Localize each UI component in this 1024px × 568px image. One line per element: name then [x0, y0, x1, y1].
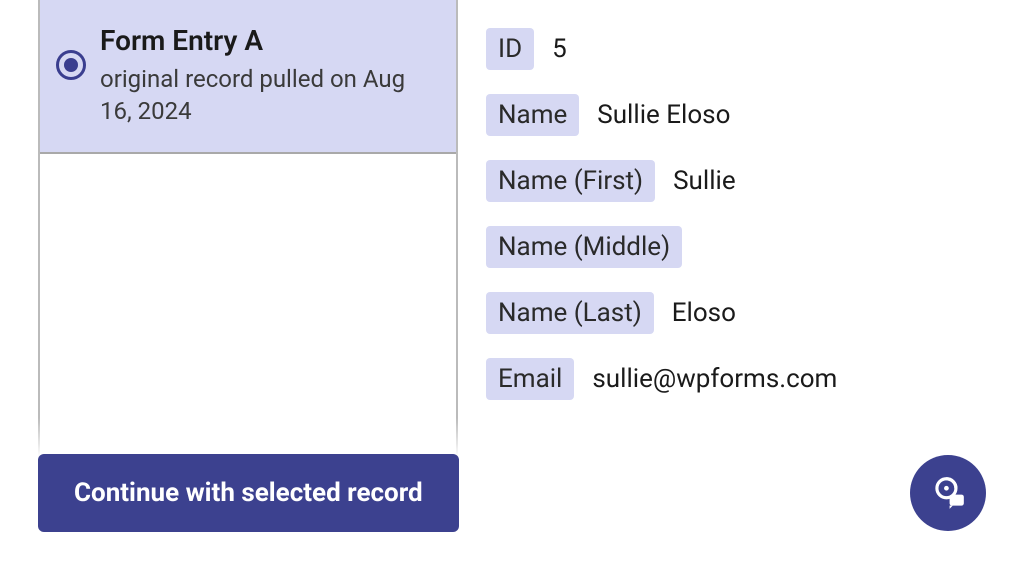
field-label: Name (Last) — [486, 292, 654, 334]
field-value: 5 — [552, 34, 567, 64]
help-fab[interactable] — [910, 455, 986, 531]
field-label: Name (Middle) — [486, 226, 682, 268]
field-label: ID — [486, 28, 534, 70]
record-card-text: Form Entry A original record pulled on A… — [100, 24, 436, 128]
field-value: sullie@wpforms.com — [592, 364, 837, 394]
radio-selected-dot — [64, 58, 78, 72]
field-value: Eloso — [672, 298, 736, 328]
footer-bar: Continue with selected record — [0, 418, 1024, 568]
field-row: Name (First) Sullie — [486, 160, 994, 202]
field-row: Name (Middle) — [486, 226, 994, 268]
field-row: Name (Last) Eloso — [486, 292, 994, 334]
field-label: Email — [486, 358, 574, 400]
support-chat-icon — [929, 474, 967, 512]
field-label: Name — [486, 94, 579, 136]
record-subtitle: original record pulled on Aug 16, 2024 — [100, 63, 436, 128]
field-value: Sullie — [673, 166, 736, 196]
field-value: Sullie Eloso — [597, 100, 730, 130]
field-label: Name (First) — [486, 160, 655, 202]
field-row: Name Sullie Eloso — [486, 94, 994, 136]
record-card[interactable]: Form Entry A original record pulled on A… — [40, 0, 456, 154]
record-title: Form Entry A — [100, 24, 436, 57]
record-radio[interactable] — [56, 50, 86, 80]
continue-button[interactable]: Continue with selected record — [38, 454, 459, 532]
field-row: ID 5 — [486, 28, 994, 70]
field-row: Email sullie@wpforms.com — [486, 358, 994, 400]
